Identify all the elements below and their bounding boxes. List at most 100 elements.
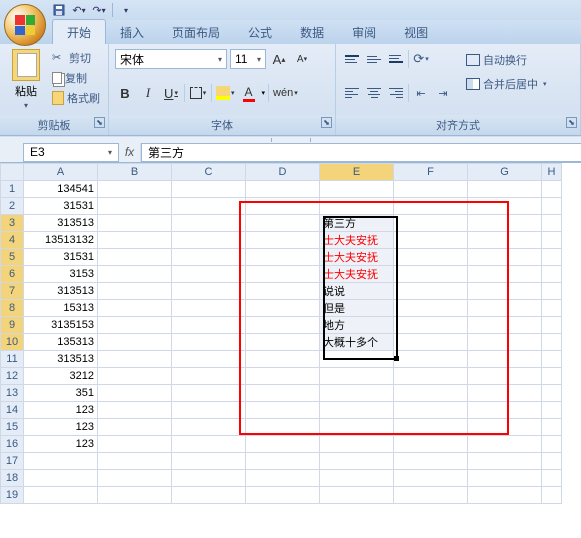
cell-A3[interactable]: 313513 [24,215,98,232]
cell-F14[interactable] [394,402,468,419]
paste-button[interactable]: 粘贴 ▾ [6,47,46,115]
dialog-launcher-clipboard[interactable]: ⬊ [94,117,105,128]
dialog-launcher-alignment[interactable]: ⬊ [566,117,577,128]
cell-D7[interactable] [246,283,320,300]
name-box[interactable]: E3▾ [23,143,119,162]
cell-A9[interactable]: 3135153 [24,317,98,334]
tab-page-layout[interactable]: 页面布局 [158,20,234,44]
cell-A8[interactable]: 15313 [24,300,98,317]
cell-B18[interactable] [98,470,172,487]
cell-C1[interactable] [172,181,246,198]
cell-H8[interactable] [542,300,562,317]
cell-B1[interactable] [98,181,172,198]
cell-E19[interactable] [320,487,394,504]
cell-G17[interactable] [468,453,542,470]
cell-H10[interactable] [542,334,562,351]
cell-H4[interactable] [542,232,562,249]
cell-C13[interactable] [172,385,246,402]
cell-B2[interactable] [98,198,172,215]
row-header-10[interactable]: 10 [1,334,24,351]
align-middle-button[interactable] [364,49,384,69]
cell-F8[interactable] [394,300,468,317]
cell-H6[interactable] [542,266,562,283]
row-header-11[interactable]: 11 [1,351,24,368]
cell-B3[interactable] [98,215,172,232]
cell-D4[interactable] [246,232,320,249]
cell-G1[interactable] [468,181,542,198]
cell-A1[interactable]: 134541 [24,181,98,198]
cell-A13[interactable]: 351 [24,385,98,402]
row-header-4[interactable]: 4 [1,232,24,249]
cell-E10[interactable]: 大概十多个 [320,334,394,351]
cell-G4[interactable] [468,232,542,249]
orientation-button[interactable]: ⟳▾ [411,49,431,69]
cell-H3[interactable] [542,215,562,232]
merge-center-button[interactable]: 合并后居中▾ [463,75,550,93]
col-header-F[interactable]: F [394,164,468,181]
cell-D14[interactable] [246,402,320,419]
row-header-6[interactable]: 6 [1,266,24,283]
cell-G16[interactable] [468,436,542,453]
cell-D19[interactable] [246,487,320,504]
row-header-15[interactable]: 15 [1,419,24,436]
italic-button[interactable]: I [138,83,158,103]
cell-B14[interactable] [98,402,172,419]
align-bottom-button[interactable] [386,49,406,69]
cell-E11[interactable] [320,351,394,368]
cell-G15[interactable] [468,419,542,436]
cell-G10[interactable] [468,334,542,351]
cell-D2[interactable] [246,198,320,215]
border-button[interactable]: ▾ [188,83,208,103]
cell-H15[interactable] [542,419,562,436]
cell-F2[interactable] [394,198,468,215]
cell-E14[interactable] [320,402,394,419]
col-header-C[interactable]: C [172,164,246,181]
cell-E9[interactable]: 地方 [320,317,394,334]
cell-E4[interactable]: 士大夫安抚 [320,232,394,249]
shrink-font-button[interactable]: A▾ [292,49,312,69]
font-size-combo[interactable]: 11▾ [230,49,266,69]
dialog-launcher-font[interactable]: ⬊ [321,117,332,128]
col-header-H[interactable]: H [542,164,562,181]
row-header-1[interactable]: 1 [1,181,24,198]
cell-A15[interactable]: 123 [24,419,98,436]
cell-G2[interactable] [468,198,542,215]
cell-C3[interactable] [172,215,246,232]
cell-A19[interactable] [24,487,98,504]
align-center-button[interactable] [364,83,384,103]
tab-insert[interactable]: 插入 [106,20,158,44]
cell-G5[interactable] [468,249,542,266]
cell-B16[interactable] [98,436,172,453]
cell-B17[interactable] [98,453,172,470]
cell-A12[interactable]: 3212 [24,368,98,385]
font-color-button[interactable]: A [239,83,259,103]
cell-D3[interactable] [246,215,320,232]
col-header-A[interactable]: A [24,164,98,181]
phonetic-button[interactable]: wén▾ [272,83,299,103]
cell-D6[interactable] [246,266,320,283]
cell-F12[interactable] [394,368,468,385]
cell-B6[interactable] [98,266,172,283]
cell-A14[interactable]: 123 [24,402,98,419]
cell-C19[interactable] [172,487,246,504]
format-painter-button[interactable]: 格式刷 [50,89,102,107]
align-left-button[interactable] [342,83,362,103]
cell-F9[interactable] [394,317,468,334]
cell-B10[interactable] [98,334,172,351]
cell-C14[interactable] [172,402,246,419]
cell-D15[interactable] [246,419,320,436]
cell-F5[interactable] [394,249,468,266]
cell-C2[interactable] [172,198,246,215]
cell-G8[interactable] [468,300,542,317]
cell-H12[interactable] [542,368,562,385]
row-header-19[interactable]: 19 [1,487,24,504]
fx-button[interactable]: fx [119,143,141,162]
cell-F18[interactable] [394,470,468,487]
select-all-corner[interactable] [1,164,24,181]
cell-D13[interactable] [246,385,320,402]
cell-D11[interactable] [246,351,320,368]
row-header-14[interactable]: 14 [1,402,24,419]
cell-D17[interactable] [246,453,320,470]
copy-button[interactable]: 复制 [50,69,102,87]
cell-C16[interactable] [172,436,246,453]
